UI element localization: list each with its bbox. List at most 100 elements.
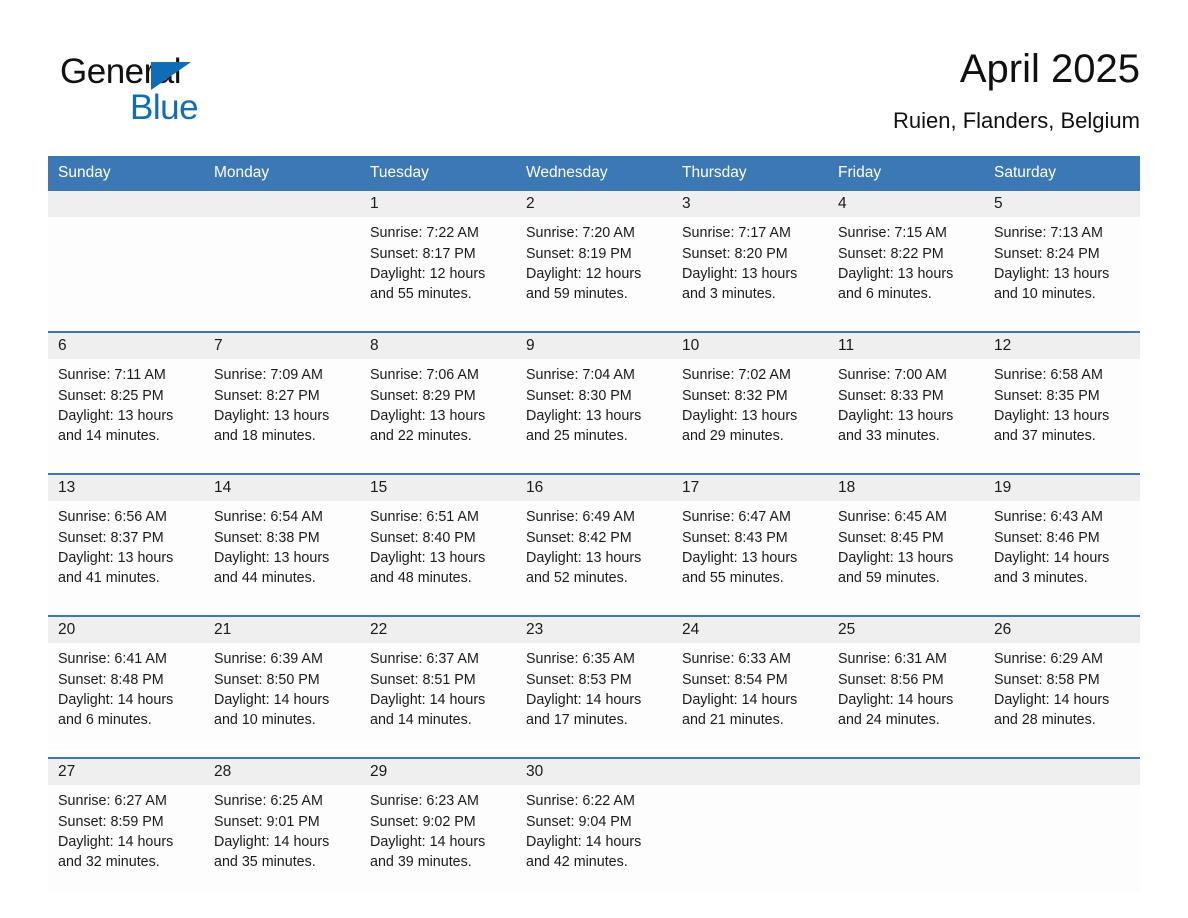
sunrise-time: Sunrise: 7:00 AM — [838, 367, 947, 384]
sunset-time: Sunset: 8:48 PM — [58, 671, 164, 688]
day-number: 4 — [828, 191, 984, 218]
daylight-duration-line2: and 14 minutes. — [58, 428, 160, 444]
day-number — [48, 191, 204, 218]
calendar-day-cell[interactable]: 16 Sunrise: 6:49 AM Sunset: 8:42 PM Dayligh… — [516, 473, 672, 609]
calendar-day-cell[interactable]: 25 Sunrise: 6:31 AM Sunset: 8:56 PM Dayligh… — [828, 615, 984, 751]
calendar-day-cell[interactable]: 18 Sunrise: 6:45 AM Sunset: 8:45 PM Dayligh… — [828, 473, 984, 609]
day-details: Sunrise: 6:54 AM Sunset: 8:38 PM Daylight:… — [204, 501, 360, 609]
daylight-duration-line1: Daylight: 13 hours — [682, 549, 798, 566]
daylight-duration-line2: and 39 minutes. — [370, 854, 472, 870]
daylight-duration-line2: and 33 minutes. — [838, 428, 940, 444]
calendar-day-cell[interactable]: 13 Sunrise: 6:56 AM Sunset: 8:37 PM Dayligh… — [48, 473, 204, 609]
day-details: Sunrise: 7:22 AM Sunset: 8:17 PM Daylight:… — [360, 217, 516, 325]
title-block: April 2025 Ruien, Flanders, Belgium — [893, 44, 1140, 134]
calendar-day-cell[interactable]: 12 Sunrise: 6:58 AM Sunset: 8:35 PM Dayligh… — [984, 331, 1140, 467]
daylight-duration-line2: and 37 minutes. — [994, 428, 1096, 444]
day-number: 16 — [516, 475, 672, 502]
calendar-day-cell[interactable]: 15 Sunrise: 6:51 AM Sunset: 8:40 PM Dayligh… — [360, 473, 516, 609]
daylight-duration-line1: Daylight: 14 hours — [214, 691, 330, 708]
sunrise-time: Sunrise: 7:06 AM — [370, 367, 479, 384]
calendar-day-cell[interactable]: 17 Sunrise: 6:47 AM Sunset: 8:43 PM Dayligh… — [672, 473, 828, 609]
calendar-day-cell[interactable]: 9 Sunrise: 7:04 AM Sunset: 8:30 PM Daylight… — [516, 331, 672, 467]
calendar-day-cell[interactable]: 4 Sunrise: 7:15 AM Sunset: 8:22 PM Daylight… — [828, 191, 984, 325]
week-spacer-cell — [48, 466, 1140, 475]
calendar-day-cell-empty — [984, 757, 1140, 893]
calendar-day-cell[interactable]: 8 Sunrise: 7:06 AM Sunset: 8:29 PM Daylight… — [360, 331, 516, 467]
sunset-time: Sunset: 9:02 PM — [370, 813, 476, 830]
daylight-duration-line1: Daylight: 14 hours — [838, 691, 954, 708]
daylight-duration-line1: Daylight: 13 hours — [994, 407, 1110, 424]
weekday-header-tuesday: Tuesday — [360, 156, 516, 192]
calendar-day-cell[interactable]: 2 Sunrise: 7:20 AM Sunset: 8:19 PM Daylight… — [516, 191, 672, 325]
calendar-day-cell[interactable]: 1 Sunrise: 7:22 AM Sunset: 8:17 PM Daylight… — [360, 191, 516, 325]
sunset-time: Sunset: 8:30 PM — [526, 387, 632, 404]
daylight-duration-line1: Daylight: 14 hours — [994, 691, 1110, 708]
daylight-duration-line2: and 3 minutes. — [994, 570, 1088, 586]
day-details: Sunrise: 6:56 AM Sunset: 8:37 PM Daylight:… — [48, 501, 204, 609]
calendar-day-cell[interactable]: 29 Sunrise: 6:23 AM Sunset: 9:02 PM Dayligh… — [360, 757, 516, 893]
day-details: Sunrise: 7:13 AM Sunset: 8:24 PM Daylight:… — [984, 217, 1140, 325]
day-number: 13 — [48, 475, 204, 502]
sunset-time: Sunset: 8:58 PM — [994, 671, 1100, 688]
daylight-duration-line2: and 59 minutes. — [526, 286, 628, 302]
calendar-day-cell[interactable]: 7 Sunrise: 7:09 AM Sunset: 8:27 PM Daylight… — [204, 331, 360, 467]
day-details: Sunrise: 6:27 AM Sunset: 8:59 PM Daylight:… — [48, 785, 204, 893]
calendar-day-cell-empty — [48, 191, 204, 325]
calendar-day-cell[interactable]: 20 Sunrise: 6:41 AM Sunset: 8:48 PM Dayligh… — [48, 615, 204, 751]
calendar-day-cell[interactable]: 23 Sunrise: 6:35 AM Sunset: 8:53 PM Dayligh… — [516, 615, 672, 751]
calendar-day-cell[interactable]: 6 Sunrise: 7:11 AM Sunset: 8:25 PM Daylight… — [48, 331, 204, 467]
sunset-time: Sunset: 8:17 PM — [370, 245, 476, 262]
daylight-duration-line2: and 6 minutes. — [58, 712, 152, 728]
calendar-day-cell[interactable]: 11 Sunrise: 7:00 AM Sunset: 8:33 PM Dayligh… — [828, 331, 984, 467]
calendar-day-cell[interactable]: 21 Sunrise: 6:39 AM Sunset: 8:50 PM Dayligh… — [204, 615, 360, 751]
day-number: 12 — [984, 333, 1140, 360]
day-details: Sunrise: 6:43 AM Sunset: 8:46 PM Daylight:… — [984, 501, 1140, 609]
sunrise-time: Sunrise: 6:29 AM — [994, 651, 1103, 668]
day-number: 7 — [204, 333, 360, 360]
day-details: Sunrise: 7:06 AM Sunset: 8:29 PM Daylight:… — [360, 359, 516, 467]
day-number: 20 — [48, 617, 204, 644]
calendar-day-cell[interactable]: 27 Sunrise: 6:27 AM Sunset: 8:59 PM Dayligh… — [48, 757, 204, 893]
calendar-header-row: Sunday Monday Tuesday Wednesday Thursday… — [48, 156, 1140, 192]
daylight-duration-line2: and 55 minutes. — [682, 570, 784, 586]
day-number — [204, 191, 360, 218]
day-number: 10 — [672, 333, 828, 360]
sunset-time: Sunset: 8:19 PM — [526, 245, 632, 262]
daylight-duration-line2: and 55 minutes. — [370, 286, 472, 302]
sunrise-time: Sunrise: 7:04 AM — [526, 367, 635, 384]
calendar-day-cell[interactable]: 24 Sunrise: 6:33 AM Sunset: 8:54 PM Dayligh… — [672, 615, 828, 751]
sunset-time: Sunset: 8:50 PM — [214, 671, 320, 688]
sunrise-time: Sunrise: 7:17 AM — [682, 225, 791, 242]
sunset-time: Sunset: 8:37 PM — [58, 529, 164, 546]
brand-logo[interactable]: General Blue — [48, 44, 308, 125]
daylight-duration-line2: and 52 minutes. — [526, 570, 628, 586]
page-header: General Blue April 2025 Ruien, Flanders,… — [48, 0, 1140, 134]
calendar-week-row: 20 Sunrise: 6:41 AM Sunset: 8:48 PM Dayligh… — [48, 615, 1140, 751]
calendar-day-cell[interactable]: 22 Sunrise: 6:37 AM Sunset: 8:51 PM Dayligh… — [360, 615, 516, 751]
daylight-duration-line2: and 21 minutes. — [682, 712, 784, 728]
sunset-time: Sunset: 8:29 PM — [370, 387, 476, 404]
weekday-header-sunday: Sunday — [48, 156, 204, 192]
daylight-duration-line2: and 44 minutes. — [214, 570, 316, 586]
weekday-header-saturday: Saturday — [984, 156, 1140, 192]
sunrise-time: Sunrise: 6:37 AM — [370, 651, 479, 668]
daylight-duration-line1: Daylight: 13 hours — [58, 549, 174, 566]
daylight-duration-line1: Daylight: 14 hours — [526, 833, 642, 850]
sunset-time: Sunset: 9:01 PM — [214, 813, 320, 830]
calendar-day-cell[interactable]: 28 Sunrise: 6:25 AM Sunset: 9:01 PM Dayligh… — [204, 757, 360, 893]
day-number: 14 — [204, 475, 360, 502]
calendar-day-cell[interactable]: 10 Sunrise: 7:02 AM Sunset: 8:32 PM Dayligh… — [672, 331, 828, 467]
sunrise-time: Sunrise: 6:43 AM — [994, 509, 1103, 526]
day-details — [828, 785, 984, 893]
calendar-day-cell[interactable]: 19 Sunrise: 6:43 AM Sunset: 8:46 PM Dayligh… — [984, 473, 1140, 609]
calendar-day-cell[interactable]: 30 Sunrise: 6:22 AM Sunset: 9:04 PM Dayligh… — [516, 757, 672, 893]
daylight-duration-line2: and 48 minutes. — [370, 570, 472, 586]
calendar-day-cell[interactable]: 14 Sunrise: 6:54 AM Sunset: 8:38 PM Dayligh… — [204, 473, 360, 609]
calendar-day-cell[interactable]: 3 Sunrise: 7:17 AM Sunset: 8:20 PM Daylight… — [672, 191, 828, 325]
daylight-duration-line1: Daylight: 14 hours — [58, 833, 174, 850]
calendar-day-cell[interactable]: 26 Sunrise: 6:29 AM Sunset: 8:58 PM Dayligh… — [984, 615, 1140, 751]
sunset-time: Sunset: 9:04 PM — [526, 813, 632, 830]
calendar-day-cell[interactable]: 5 Sunrise: 7:13 AM Sunset: 8:24 PM Daylight… — [984, 191, 1140, 325]
sunset-time: Sunset: 8:53 PM — [526, 671, 632, 688]
day-number: 29 — [360, 759, 516, 786]
